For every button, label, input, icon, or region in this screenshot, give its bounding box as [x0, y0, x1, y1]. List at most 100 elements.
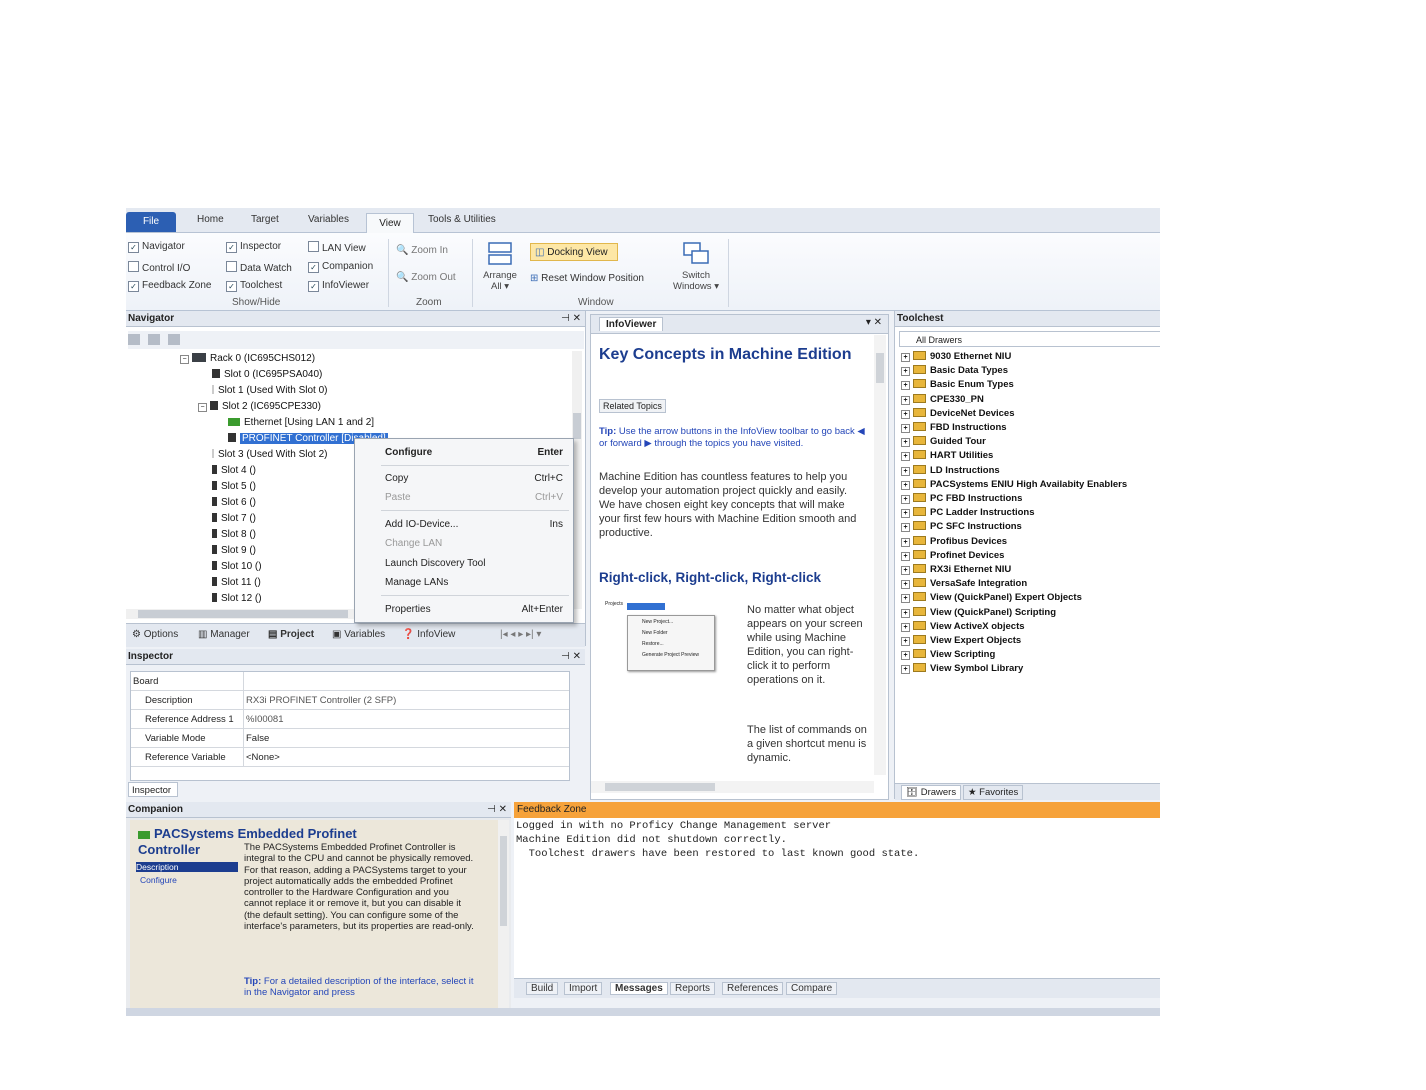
toolchest-drawer-item[interactable]: + DeviceNet Devices: [901, 407, 1015, 419]
scrollbar-thumb[interactable]: [605, 783, 715, 791]
tab-reports[interactable]: Reports: [670, 982, 716, 995]
grid-property-value[interactable]: RX3i PROFINET Controller (2 SFP): [243, 691, 569, 710]
expand-icon[interactable]: +: [901, 353, 910, 362]
scrollbar-thumb[interactable]: [876, 353, 884, 383]
toolchest-drawer-item[interactable]: + PC FBD Instructions: [901, 493, 1022, 504]
tab-import[interactable]: Import: [564, 982, 603, 995]
collapse-icon[interactable]: −: [198, 403, 207, 412]
zoom-out-button[interactable]: 🔍 Zoom Out: [396, 272, 456, 283]
expand-icon[interactable]: +: [901, 580, 910, 590]
menu-item-add-io-device[interactable]: Add IO-Device...: [385, 519, 458, 530]
menu-item-properties[interactable]: Properties: [385, 604, 431, 615]
toolchest-drawer-item[interactable]: + View (QuickPanel) Expert Objects: [901, 592, 1082, 604]
checkbox-companion[interactable]: ✓ Companion: [308, 261, 373, 273]
toolchest-drawer-item[interactable]: + Basic Enum Types: [901, 379, 1014, 391]
expand-icon[interactable]: +: [901, 594, 910, 604]
tab-variables[interactable]: Variables: [308, 214, 349, 225]
checkbox-inspector[interactable]: ✓ Inspector: [226, 241, 281, 253]
tab-file[interactable]: File: [126, 212, 176, 232]
checkbox-toolchest[interactable]: ✓ Toolchest: [226, 280, 282, 292]
reset-window-position-button[interactable]: ⊞ Reset Window Position: [530, 273, 644, 284]
arrange-all-button[interactable]: Arrange All ▾: [480, 241, 520, 301]
expand-icon[interactable]: +: [901, 395, 910, 405]
tab-view[interactable]: View: [366, 213, 414, 234]
toolchest-drawer-item[interactable]: + Profibus Devices: [901, 535, 1007, 547]
toolchest-drawer-item[interactable]: + View ActiveX objects: [901, 620, 1025, 632]
grid-property-value[interactable]: False: [243, 729, 569, 748]
tree-item-slot11[interactable]: Slot 11 (): [212, 577, 261, 588]
tab-project[interactable]: ▤ Project: [268, 629, 314, 640]
toolchest-drawer-item[interactable]: + Profinet Devices: [901, 549, 1004, 561]
toolchest-drawer-item[interactable]: +9030 Ethernet NIU: [901, 351, 1011, 362]
tab-drawers[interactable]: 🗄 Drawers: [901, 785, 962, 800]
tree-item-slot9[interactable]: Slot 9 (): [212, 545, 256, 556]
checkbox-data-watch[interactable]: Data Watch: [226, 261, 292, 274]
collapse-icon[interactable]: −: [180, 355, 189, 364]
companion-vertical-scrollbar[interactable]: [498, 820, 509, 1010]
toolchest-drawer-item[interactable]: + HART Utilities: [901, 450, 993, 462]
expand-icon[interactable]: +: [901, 495, 910, 504]
drawer-dropdown[interactable]: All Drawers: [899, 331, 1160, 347]
tab-references[interactable]: References: [722, 982, 784, 995]
toolchest-drawer-item[interactable]: + PC SFC Instructions: [901, 521, 1022, 533]
toolchest-drawer-item[interactable]: + PACSystems ENIU High Availabity Enabler…: [901, 478, 1127, 490]
toolchest-drawer-item[interactable]: + RX3i Ethernet NIU: [901, 564, 1011, 575]
menu-item-configure[interactable]: Configure: [385, 447, 432, 458]
pin-close-icon[interactable]: ▾ ✕: [866, 317, 882, 328]
toolchest-drawer-item[interactable]: + PC Ladder Instructions: [901, 507, 1035, 519]
expand-icon[interactable]: +: [901, 523, 910, 533]
expand-icon[interactable]: +: [901, 509, 910, 519]
expand-icon[interactable]: +: [901, 665, 910, 675]
tab-target[interactable]: Target: [251, 214, 279, 225]
tree-item-ethernet[interactable]: Ethernet [Using LAN 1 and 2]: [228, 417, 374, 428]
menu-item-change-lan[interactable]: Change LAN: [385, 538, 442, 549]
toolchest-drawer-item[interactable]: + View Symbol Library: [901, 663, 1023, 675]
tree-item-slot6[interactable]: Slot 6 (): [212, 497, 256, 508]
companion-link-description[interactable]: Description: [136, 862, 238, 872]
related-topics-button[interactable]: Related Topics: [599, 399, 666, 413]
tab-options[interactable]: ⚙ Options: [132, 629, 178, 640]
toolchest-drawer-item[interactable]: + FBD Instructions: [901, 422, 1007, 433]
tab-variables-nav[interactable]: ▣ Variables: [332, 629, 385, 640]
pin-close-icon[interactable]: ⊣ ✕: [487, 802, 507, 818]
grid-property-value[interactable]: <None>: [243, 748, 569, 767]
toolchest-drawer-item[interactable]: + Guided Tour: [901, 436, 986, 448]
expand-icon[interactable]: +: [901, 537, 910, 547]
tree-item-slot0[interactable]: Slot 0 (IC695PSA040): [212, 369, 322, 380]
toolchest-drawer-item[interactable]: + VersaSafe Integration: [901, 578, 1027, 590]
expand-icon[interactable]: +: [901, 551, 910, 561]
expand-icon[interactable]: +: [901, 622, 910, 632]
expand-icon[interactable]: +: [901, 566, 910, 575]
tab-manager[interactable]: ▥ Manager: [198, 629, 250, 640]
expand-icon[interactable]: +: [901, 480, 910, 490]
expand-icon[interactable]: +: [901, 381, 910, 391]
pin-close-icon[interactable]: ⊣ ✕: [561, 649, 581, 665]
tab-nav-arrows[interactable]: |◂ ◂ ▸ ▸| ▾: [500, 629, 541, 640]
menu-item-copy[interactable]: Copy: [385, 473, 408, 484]
expand-icon[interactable]: +: [901, 608, 910, 618]
menu-item-paste[interactable]: Paste: [385, 492, 411, 503]
tree-item-slot12[interactable]: Slot 12 (): [212, 593, 262, 604]
tab-infoview[interactable]: ❓ InfoView: [402, 629, 455, 640]
tab-build[interactable]: Build: [526, 982, 559, 995]
switch-windows-button[interactable]: Switch Windows ▾: [672, 241, 720, 301]
tab-inspector[interactable]: Inspector: [128, 782, 178, 797]
toolchest-drawer-item[interactable]: + CPE330_PN: [901, 393, 984, 405]
expand-icon[interactable]: +: [901, 438, 910, 448]
grid-property-value[interactable]: %I00081: [243, 710, 569, 729]
tab-infoviewer[interactable]: InfoViewer: [599, 317, 664, 331]
scrollbar-thumb[interactable]: [138, 610, 348, 618]
scrollbar-thumb[interactable]: [573, 413, 581, 439]
expand-icon[interactable]: +: [901, 466, 910, 476]
zoom-in-button[interactable]: 🔍 Zoom In: [396, 245, 448, 256]
toolchest-drawer-item[interactable]: + Basic Data Types: [901, 365, 1008, 377]
toolbar-icon[interactable]: [168, 334, 180, 345]
tree-item-slot8[interactable]: Slot 8 (): [212, 529, 256, 540]
expand-icon[interactable]: +: [901, 637, 910, 646]
expand-icon[interactable]: +: [901, 452, 910, 462]
toolbar-icon[interactable]: [128, 334, 140, 345]
tree-item-slot1[interactable]: Slot 1 (Used With Slot 0): [212, 385, 327, 396]
tab-compare[interactable]: Compare: [786, 982, 838, 995]
toolchest-drawer-item[interactable]: + LD Instructions: [901, 464, 1000, 476]
menu-item-launch-discovery-tool[interactable]: Launch Discovery Tool: [385, 558, 485, 569]
